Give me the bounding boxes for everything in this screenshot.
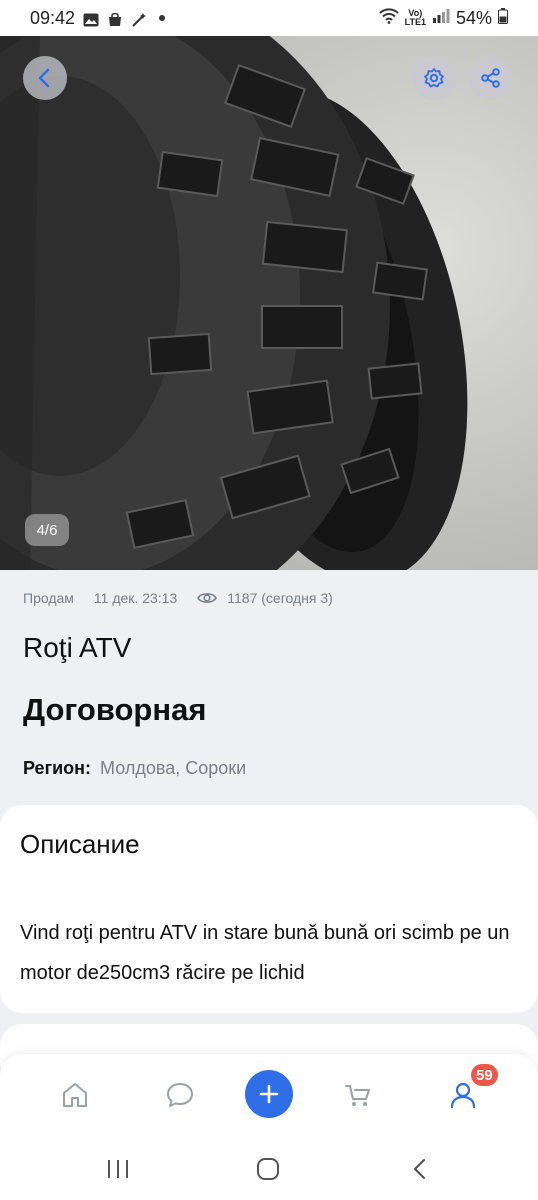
magic-notification-icon xyxy=(131,11,147,27)
status-time: 09:42 xyxy=(30,7,76,28)
listing-date: 11 дек. 23:13 xyxy=(93,590,178,606)
views-text: 1187 (сегодня 3) xyxy=(227,590,333,606)
tab-messages[interactable] xyxy=(155,1072,205,1118)
wifi-icon xyxy=(378,7,399,29)
description-title: Описание xyxy=(20,829,140,859)
plus-icon xyxy=(259,1084,279,1104)
bottom-tab-bar: 59 xyxy=(0,1054,538,1138)
home-icon xyxy=(63,1083,87,1107)
listing-info: Продам 11 дек. 23:13 1187 (сегодня 3) Ro… xyxy=(0,570,538,805)
region-value: Молдова, Сороки xyxy=(100,758,247,778)
photo-counter: 4/6 xyxy=(25,514,69,546)
recents-button[interactable] xyxy=(98,1152,138,1186)
home-button[interactable] xyxy=(248,1152,288,1186)
share-icon xyxy=(481,68,500,88)
add-listing-button[interactable] xyxy=(245,1070,293,1118)
eye-icon xyxy=(197,593,218,603)
tire-photo-image xyxy=(0,36,538,570)
region-label: Регион: xyxy=(23,758,91,778)
listing-title: Roţi ATV xyxy=(23,632,132,663)
views-counter: 1187 (сегодня 3) xyxy=(197,590,333,606)
profile-notification-badge: 59 xyxy=(469,1062,500,1088)
battery-percent: 54% xyxy=(455,7,492,28)
more-notifications-dot xyxy=(159,15,166,21)
chevron-left-icon xyxy=(38,68,50,88)
status-left: 09:42 xyxy=(30,7,166,29)
chat-icon xyxy=(167,1083,193,1107)
gear-icon xyxy=(424,68,444,88)
lte-indicator: Vo) LTE1 xyxy=(405,9,426,27)
status-bar: 09:42 Vo) LTE1 54% xyxy=(0,0,538,36)
chevron-left-icon xyxy=(413,1158,426,1180)
share-button[interactable] xyxy=(469,56,513,100)
description-text: Vind roţi pentru ATV in stare bună bună … xyxy=(20,922,510,984)
listing-region: Регион: Молдова, Сороки xyxy=(23,758,246,779)
cart-icon xyxy=(345,1085,370,1106)
home-circle-icon xyxy=(257,1158,279,1180)
settings-button[interactable] xyxy=(412,56,456,100)
status-right: Vo) LTE1 54% xyxy=(378,7,508,29)
description-card: Описание Vind roţi pentru ATV in stare b… xyxy=(0,805,538,1013)
listing-photo[interactable]: 4/6 xyxy=(0,36,538,570)
system-back-button[interactable] xyxy=(400,1152,440,1186)
shop-notification-icon xyxy=(107,11,123,26)
lte-bottom: LTE1 xyxy=(404,17,426,27)
listing-price: Договорная xyxy=(23,692,207,727)
system-nav-bar xyxy=(0,1138,538,1200)
listing-type: Продам xyxy=(23,590,74,606)
battery-icon xyxy=(498,7,508,29)
gallery-notification-icon xyxy=(83,11,99,27)
tab-cart[interactable] xyxy=(333,1072,383,1118)
tab-home[interactable] xyxy=(50,1072,100,1118)
back-button[interactable] xyxy=(23,56,67,100)
recents-icon xyxy=(108,1160,128,1178)
signal-icon xyxy=(432,8,450,29)
listing-meta-row: Продам 11 дек. 23:13 1187 (сегодня 3) xyxy=(23,590,333,606)
